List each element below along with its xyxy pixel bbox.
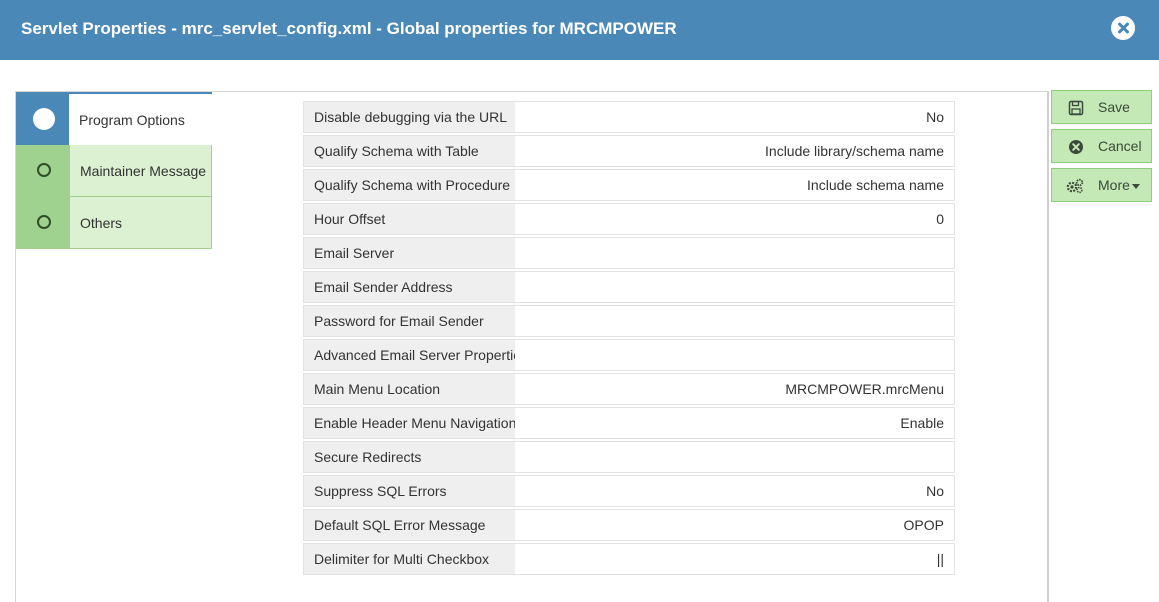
dialog-title: Servlet Properties - mrc_servlet_config.…: [21, 19, 677, 38]
property-row[interactable]: Email Sender Address: [303, 271, 955, 303]
property-value[interactable]: MRCMPOWER.mrcMenu: [515, 374, 954, 404]
property-key: Suppress SQL Errors: [304, 476, 515, 506]
more-label: More: [1098, 177, 1130, 193]
property-key: Qualify Schema with Procedure: [304, 170, 515, 200]
times-circle-icon: [1069, 140, 1083, 154]
property-row[interactable]: Email Server: [303, 237, 955, 269]
dialog-titlebar: Servlet Properties - mrc_servlet_config.…: [0, 0, 1159, 60]
property-value[interactable]: [515, 306, 954, 336]
property-row[interactable]: Hour Offset 0: [303, 203, 955, 235]
property-row[interactable]: Advanced Email Server Properties: [303, 339, 955, 371]
property-key: Hour Offset: [304, 204, 515, 234]
property-key: Disable debugging via the URL: [304, 102, 515, 132]
save-button[interactable]: Save: [1051, 90, 1152, 124]
tab-label: Others: [80, 215, 123, 231]
property-value[interactable]: Include schema name: [515, 170, 954, 200]
close-icon[interactable]: [1111, 16, 1135, 40]
action-buttons: Save Cancel More: [1051, 90, 1152, 207]
circle-outline-icon: [37, 215, 51, 229]
property-value[interactable]: Enable: [515, 408, 954, 438]
property-row[interactable]: Password for Email Sender: [303, 305, 955, 337]
property-value[interactable]: ||: [515, 544, 954, 574]
property-key: Main Menu Location: [304, 374, 515, 404]
property-key: Advanced Email Server Properties: [304, 340, 515, 370]
property-row[interactable]: Qualify Schema with Table Include library…: [303, 135, 955, 167]
gears-icon: [1066, 178, 1084, 194]
property-key: Default SQL Error Message: [304, 510, 515, 540]
tab-label: Program Options: [79, 112, 185, 128]
property-key: Enable Header Menu Navigation: [304, 408, 515, 438]
property-value[interactable]: [515, 272, 954, 302]
property-value[interactable]: OPOP: [515, 510, 954, 540]
property-value[interactable]: No: [515, 476, 954, 506]
property-key: Password for Email Sender: [304, 306, 515, 336]
floppy-disk-icon: [1068, 100, 1084, 116]
property-key: Delimiter for Multi Checkbox: [304, 544, 515, 574]
property-row[interactable]: Delimiter for Multi Checkbox ||: [303, 543, 955, 575]
tab-maintainer-message[interactable]: Maintainer Message: [16, 145, 212, 197]
section-tabs: Program Options Maintainer Message Other…: [16, 92, 212, 249]
tab-program-options[interactable]: Program Options: [16, 92, 212, 145]
tab-others[interactable]: Others: [16, 197, 212, 249]
property-row[interactable]: Disable debugging via the URL No: [303, 101, 955, 133]
property-key: Email Sender Address: [304, 272, 515, 302]
filled-circle-icon: [33, 108, 55, 130]
save-label: Save: [1098, 99, 1130, 115]
property-value[interactable]: Include library/schema name: [515, 136, 954, 166]
property-row[interactable]: Main Menu Location MRCMPOWER.mrcMenu: [303, 373, 955, 405]
property-row[interactable]: Enable Header Menu Navigation Enable: [303, 407, 955, 439]
property-row[interactable]: Qualify Schema with Procedure Include sch…: [303, 169, 955, 201]
tab-label: Maintainer Message: [80, 163, 207, 179]
properties-table: Disable debugging via the URL No Qualify …: [303, 101, 955, 577]
property-value[interactable]: [515, 340, 954, 370]
property-value[interactable]: No: [515, 102, 954, 132]
circle-outline-icon: [37, 163, 51, 177]
property-key: Qualify Schema with Table: [304, 136, 515, 166]
property-value[interactable]: [515, 442, 954, 472]
cancel-button[interactable]: Cancel: [1051, 129, 1152, 163]
property-key: Email Server: [304, 238, 515, 268]
property-row[interactable]: Default SQL Error Message OPOP: [303, 509, 955, 541]
property-value[interactable]: 0: [515, 204, 954, 234]
property-key: Secure Redirects: [304, 442, 515, 472]
property-row[interactable]: Secure Redirects: [303, 441, 955, 473]
cancel-label: Cancel: [1098, 138, 1142, 154]
property-row[interactable]: Suppress SQL Errors No: [303, 475, 955, 507]
property-value[interactable]: [515, 238, 954, 268]
more-button[interactable]: More: [1051, 168, 1152, 202]
caret-down-icon: [1132, 184, 1140, 189]
